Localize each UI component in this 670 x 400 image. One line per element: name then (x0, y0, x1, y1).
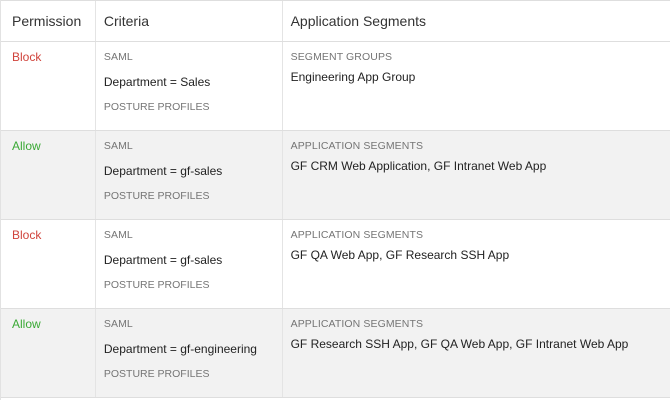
posture-profiles-label: POSTURE PROFILES (103, 101, 210, 113)
access-policy-table: Permission Criteria Application Segments… (0, 0, 670, 400)
table-row[interactable]: Block SAML Department = Sales POSTURE PR… (1, 42, 670, 131)
permission-value: Allow (12, 317, 41, 331)
segment-value: Engineering App Group (290, 70, 416, 84)
segments-cell: APPLICATION SEGMENTS GF QA Web App, GF R… (283, 220, 670, 308)
criteria-value: Department = gf-sales (103, 253, 223, 267)
posture-profiles-label: POSTURE PROFILES (103, 279, 210, 291)
segment-type-label: APPLICATION SEGMENTS (290, 140, 424, 152)
criteria-type-label: SAML (103, 51, 133, 63)
segment-type-label: APPLICATION SEGMENTS (290, 229, 424, 241)
segment-type-label: SEGMENT GROUPS (290, 51, 393, 63)
criteria-value: Department = gf-sales (103, 164, 223, 178)
permission-column-header[interactable]: Permission (1, 1, 96, 41)
criteria-type-label: SAML (103, 318, 133, 330)
table-row[interactable]: Allow SAML Department = gf-sales POSTURE… (1, 131, 670, 220)
segments-cell: APPLICATION SEGMENTS GF Research SSH App… (283, 309, 670, 397)
table-row[interactable]: Allow SAML Department = gf-engineering P… (1, 309, 670, 398)
posture-profiles-label: POSTURE PROFILES (103, 368, 210, 380)
criteria-cell: SAML Department = gf-sales POSTURE PROFI… (96, 220, 283, 308)
permission-value: Block (12, 50, 42, 64)
criteria-type-label: SAML (103, 140, 133, 152)
segment-type-label: APPLICATION SEGMENTS (290, 318, 424, 330)
segment-value: GF Research SSH App, GF QA Web App, GF I… (290, 337, 629, 351)
criteria-type-label: SAML (103, 229, 133, 241)
criteria-cell: SAML Department = gf-sales POSTURE PROFI… (96, 131, 283, 219)
criteria-cell: SAML Department = Sales POSTURE PROFILES (96, 42, 283, 130)
criteria-column-header[interactable]: Criteria (96, 1, 283, 41)
segments-column-header[interactable]: Application Segments (283, 1, 670, 41)
permission-cell: Block (1, 42, 96, 130)
criteria-value: Department = gf-engineering (103, 342, 257, 356)
permission-cell: Block (1, 220, 96, 308)
table-header-row: Permission Criteria Application Segments (1, 0, 670, 42)
segments-cell: SEGMENT GROUPS Engineering App Group (283, 42, 670, 130)
permission-value: Allow (12, 139, 41, 153)
criteria-cell: SAML Department = gf-engineering POSTURE… (96, 309, 283, 397)
permission-value: Block (12, 228, 42, 242)
table-row[interactable]: Block SAML Department = gf-sales POSTURE… (1, 220, 670, 309)
posture-profiles-label: POSTURE PROFILES (103, 190, 210, 202)
segment-value: GF QA Web App, GF Research SSH App (290, 248, 510, 262)
segment-value: GF CRM Web Application, GF Intranet Web … (290, 159, 547, 173)
criteria-value: Department = Sales (103, 75, 211, 89)
permission-cell: Allow (1, 309, 96, 397)
segments-cell: APPLICATION SEGMENTS GF CRM Web Applicat… (283, 131, 670, 219)
permission-cell: Allow (1, 131, 96, 219)
